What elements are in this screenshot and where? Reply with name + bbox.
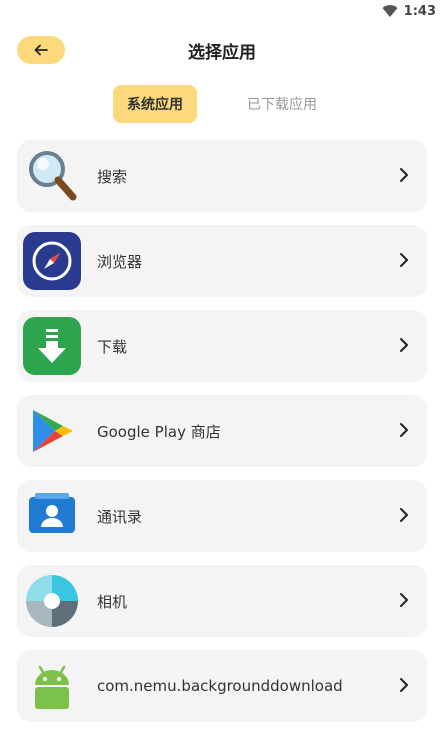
app-row-camera[interactable]: 相机 bbox=[17, 565, 427, 637]
contacts-icon bbox=[23, 487, 81, 545]
app-row-download[interactable]: 下载 bbox=[17, 310, 427, 382]
chevron-right-icon bbox=[400, 678, 408, 692]
chevron-right-icon bbox=[400, 593, 408, 607]
tab-downloaded-apps[interactable]: 已下载应用 bbox=[233, 85, 331, 123]
tab-system-apps[interactable]: 系统应用 bbox=[113, 85, 197, 123]
app-label: 通讯录 bbox=[97, 507, 143, 526]
tab-bar: 系统应用 已下载应用 bbox=[0, 85, 444, 123]
wifi-icon bbox=[382, 5, 398, 18]
chevron-right-icon bbox=[400, 168, 408, 182]
back-button[interactable] bbox=[17, 36, 65, 64]
status-bar: 1:43 bbox=[0, 0, 444, 22]
app-label: 浏览器 bbox=[97, 252, 143, 271]
app-row-search[interactable]: 搜索 bbox=[17, 140, 427, 212]
app-row-google-play[interactable]: Google Play 商店 bbox=[17, 395, 427, 467]
app-label: 相机 bbox=[97, 592, 128, 611]
search-magnifier-icon bbox=[23, 147, 81, 205]
app-label: 搜索 bbox=[97, 167, 128, 186]
app-row-contacts[interactable]: 通讯录 bbox=[17, 480, 427, 552]
app-label: Google Play 商店 bbox=[97, 422, 221, 441]
app-label: com.nemu.backgrounddownload bbox=[97, 677, 343, 695]
chevron-right-icon bbox=[400, 508, 408, 522]
download-icon bbox=[23, 317, 81, 375]
chevron-right-icon bbox=[400, 423, 408, 437]
status-time: 1:43 bbox=[403, 3, 436, 19]
app-row-browser[interactable]: 浏览器 bbox=[17, 225, 427, 297]
app-row-background-download[interactable]: com.nemu.backgrounddownload bbox=[17, 650, 427, 722]
app-label: 下载 bbox=[97, 337, 128, 356]
android-icon bbox=[23, 657, 81, 715]
page-title: 选择应用 bbox=[188, 42, 256, 63]
camera-aperture-icon bbox=[23, 572, 81, 630]
browser-compass-icon bbox=[23, 232, 81, 290]
google-play-icon bbox=[23, 402, 81, 460]
app-list: 搜索 浏览器 下载 Google Play 商店 通讯录 相机 com.nemu… bbox=[17, 140, 427, 735]
arrow-left-icon bbox=[34, 44, 48, 56]
chevron-right-icon bbox=[400, 253, 408, 267]
header: 选择应用 bbox=[0, 32, 444, 68]
chevron-right-icon bbox=[400, 338, 408, 352]
